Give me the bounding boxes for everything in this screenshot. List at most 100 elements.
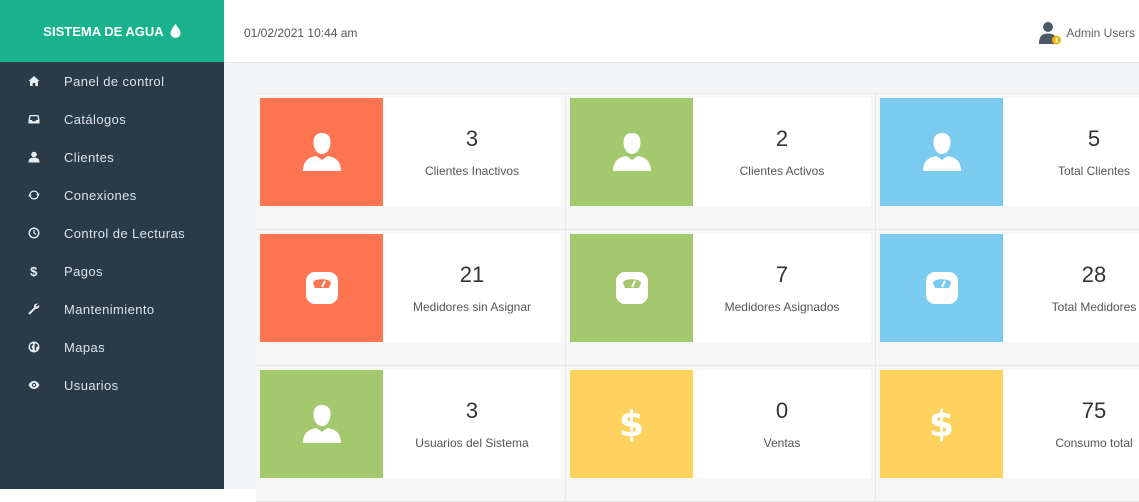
stat-label: Total Medidores [1051,300,1137,314]
stat-cell: 5 Total Clientes [875,94,1139,229]
stat-card-ventas[interactable]: $ 0 Ventas [570,370,871,478]
admin-user-icon [1039,22,1062,45]
stat-label: Clientes Activos [739,164,825,178]
dollar-icon: $ [928,403,955,445]
stat-card-total-medidores[interactable]: 28 Total Medidores [880,234,1139,342]
stats-row: 21 Medidores sin Asignar 7 Medidores Asi… [256,230,1139,366]
user-icon [922,133,961,171]
stat-value: 28 [1081,262,1107,287]
sidebar-item-clientes[interactable]: Clientes [0,138,224,176]
sidebar-item-conexiones[interactable]: Conexiones [0,176,224,214]
stat-icon-box [570,234,693,342]
stat-label: Clientes Inactivos [424,164,520,178]
stat-icon-box [570,98,693,206]
sidebar-item-panel-de-control[interactable]: Panel de control [0,62,224,100]
dollar-icon: $ [618,403,645,445]
stat-value: 75 [1081,398,1107,423]
stat-cell: 7 Medidores Asignados [565,230,875,365]
stat-info: 75 Consumo total [1003,370,1139,478]
sidebar-item-label: Pagos [64,263,103,279]
stat-label: Consumo total [1055,436,1133,450]
stat-card-clientes-activos[interactable]: 2 Clientes Activos [570,98,871,206]
stat-cell: 21 Medidores sin Asignar [256,230,565,365]
stat-label: Medidores sin Asignar [412,300,532,314]
brand-title: SISTEMA DE AGUA [43,23,164,39]
sidebar-item-control-de-lecturas[interactable]: Control de Lecturas [0,214,224,252]
stat-value: 21 [459,262,485,287]
sidebar-item-mantenimiento[interactable]: Mantenimiento [0,290,224,328]
clock-icon [27,227,41,239]
sidebar: SISTEMA DE AGUA Panel de control Catálog… [0,0,224,489]
stat-value: 5 [1087,126,1101,151]
user-icon [27,151,41,163]
sidebar-item-label: Control de Lecturas [64,225,186,241]
brand[interactable]: SISTEMA DE AGUA [0,0,224,62]
stat-label: Ventas [763,436,801,450]
stat-card-clientes-inactivos[interactable]: 3 Clientes Inactivos [260,98,561,206]
stat-info: 7 Medidores Asignados [693,234,871,342]
user-icon [612,133,651,171]
sidebar-item-label: Mantenimiento [64,301,155,317]
stat-value: 3 [465,398,479,423]
stat-label: Medidores Asignados [724,300,840,314]
refresh-icon [27,189,41,201]
stat-info: 2 Clientes Activos [693,98,871,206]
stat-info: 28 Total Medidores [1003,234,1139,342]
meter-icon [305,272,338,304]
sidebar-item-label: Clientes [64,149,115,165]
sidebar-item-label: Panel de control [64,73,165,89]
stat-cell: 3 Clientes Inactivos [256,94,565,229]
stat-icon-box [880,98,1003,206]
dollar-icon: $ [30,263,38,279]
stat-card-usuarios-del-sistema[interactable]: 3 Usuarios del Sistema [260,370,561,478]
current-datetime: 01/02/2021 10:44 am [244,26,358,40]
sidebar-item-mapas[interactable]: Mapas [0,328,224,366]
stat-cell: $ 0 Ventas [565,366,875,501]
sidebar-menu: Panel de control Catálogos Clientes Cone… [0,62,224,404]
stat-value: 3 [465,126,479,151]
stat-icon-box [260,234,383,342]
top-bar: 01/02/2021 10:44 am Admin Users [224,0,1139,63]
stat-cell: 2 Clientes Activos [565,94,875,229]
stat-cell: 28 Total Medidores [875,230,1139,365]
user-name: Admin Users [1066,26,1135,40]
stat-icon-box: $ [880,370,1003,478]
stat-cell: $ 75 Consumo total [875,366,1139,501]
globe-icon [27,341,41,353]
dashboard-content: 3 Clientes Inactivos 2 Clientes Activos [224,63,1139,502]
stat-info: 3 Usuarios del Sistema [383,370,561,478]
stats-grid: 3 Clientes Inactivos 2 Clientes Activos [256,93,1139,502]
stats-row: 3 Clientes Inactivos 2 Clientes Activos [256,94,1139,230]
stat-info: 5 Total Clientes [1003,98,1139,206]
stat-icon-box: $ [570,370,693,478]
stat-value: 2 [775,126,789,151]
user-icon [302,405,341,443]
stat-value: 0 [775,398,789,423]
sidebar-item-label: Usuarios [64,377,119,393]
stats-row: 3 Usuarios del Sistema $ 0 Ventas $ 75 C… [256,366,1139,502]
stat-card-medidores-asignados[interactable]: 7 Medidores Asignados [570,234,871,342]
stat-icon-box [260,98,383,206]
stat-value: 7 [775,262,789,287]
eye-icon [27,379,41,391]
sidebar-item-pagos[interactable]: $ Pagos [0,252,224,290]
home-icon [27,75,41,87]
sidebar-item-usuarios[interactable]: Usuarios [0,366,224,404]
wrench-icon [27,303,41,315]
inbox-icon [27,113,41,125]
meter-icon [925,272,958,304]
user-menu[interactable]: Admin Users [1037,20,1135,46]
sidebar-item-label: Conexiones [64,187,137,203]
stat-icon-box [260,370,383,478]
user-icon [302,133,341,171]
stat-label: Total Clientes [1057,164,1131,178]
stat-card-total-clientes[interactable]: 5 Total Clientes [880,98,1139,206]
stat-card-medidores-sin-asignar[interactable]: 21 Medidores sin Asignar [260,234,561,342]
stat-info: 0 Ventas [693,370,871,478]
stat-info: 21 Medidores sin Asignar [383,234,561,342]
sidebar-item-catalogos[interactable]: Catálogos [0,100,224,138]
stat-card-consumo-total[interactable]: $ 75 Consumo total [880,370,1139,478]
sidebar-item-label: Mapas [64,339,106,355]
meter-icon [615,272,648,304]
stat-cell: 3 Usuarios del Sistema [256,366,565,501]
